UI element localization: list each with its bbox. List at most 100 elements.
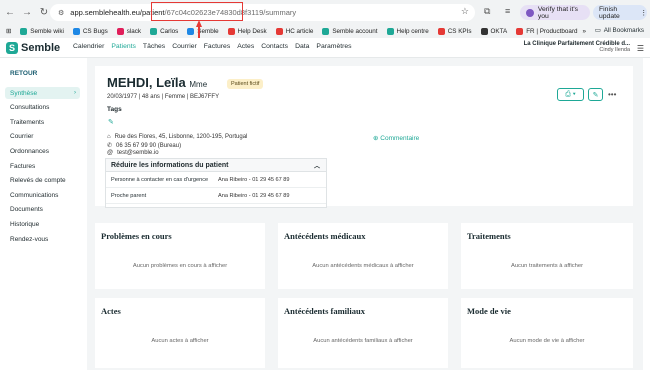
- bookmark-favicon-icon: [480, 27, 488, 35]
- hamburger-menu-icon[interactable]: ☰: [637, 44, 644, 53]
- sidebar-item[interactable]: Documents: [5, 204, 80, 216]
- verify-label: Verify that it's you: [537, 5, 579, 20]
- address-bar[interactable]: ⚙ app.semblehealth.eu/patient/67c04c0262…: [50, 4, 475, 21]
- bookmark-item[interactable]: Carlos: [150, 27, 178, 35]
- sidebar-item-label: Consultations: [10, 104, 50, 112]
- print-button[interactable]: ⎙ ▾: [557, 88, 584, 101]
- bookmark-item[interactable]: HC article: [275, 27, 313, 35]
- bookmark-label: Semble account: [332, 27, 378, 35]
- bookmark-favicon-icon: [437, 27, 445, 35]
- bookmark-label: CS KPIs: [447, 27, 472, 35]
- tile-empty-message: Aucun antécédents médicaux à afficher: [312, 263, 414, 269]
- back-link[interactable]: RETOUR: [10, 70, 37, 77]
- sidebar-item-label: Historique: [10, 220, 40, 228]
- bookmark-item[interactable]: Semble wiki: [20, 27, 64, 35]
- tile-title: Antécédents familiaux: [284, 306, 365, 316]
- patient-badge: Patient fictif: [227, 79, 264, 89]
- sidebar-item[interactable]: Communications: [5, 189, 80, 201]
- patient-phone: 06 35 67 99 90 (Bureau): [116, 142, 182, 149]
- summary-tile: Antécédents médicaux Aucun antécédents mé…: [278, 223, 448, 289]
- bookmark-label: Help Desk: [237, 27, 267, 35]
- bookmark-favicon-icon: [516, 27, 524, 35]
- media-icon[interactable]: ≡: [505, 6, 510, 16]
- edit-patient-button[interactable]: ✎: [588, 88, 603, 101]
- extensions-icon[interactable]: ⧉: [484, 6, 490, 17]
- add-comment-link[interactable]: ⊕ Commentaire: [373, 134, 419, 142]
- sidebar-item[interactable]: Historique: [5, 218, 80, 230]
- bookmark-favicon-icon: [227, 27, 235, 35]
- sidebar-item-label: Courrier: [10, 133, 34, 141]
- logo-text: Semble: [21, 41, 61, 54]
- site-settings-icon[interactable]: ⚙: [58, 9, 64, 17]
- bookmark-item[interactable]: CS Bugs: [72, 27, 108, 35]
- app-header: S Semble Calendrier Patients Tâches Courrie…: [0, 38, 650, 58]
- reload-icon[interactable]: ↻: [37, 5, 51, 19]
- bookmark-item[interactable]: Help centre: [386, 27, 429, 35]
- nav-item-2[interactable]: Tâches: [143, 43, 165, 50]
- reduce-title: Réduire les informations du patient: [111, 161, 229, 169]
- bookmarks-bar: ⊞ Semble wiki CS Bugs slack Carlos Semble Hel…: [0, 24, 650, 38]
- summary-tile: Mode de vie Aucun mode de vie à afficher: [461, 298, 633, 368]
- patient-sidebar: RETOUR Synthèse › Consultations Traitements…: [0, 58, 87, 370]
- sidebar-item[interactable]: Traitements: [5, 116, 80, 128]
- tile-empty-message: Aucun actes à afficher: [151, 338, 209, 344]
- main-nav: Calendrier Patients Tâches Courrier Factures…: [73, 43, 359, 50]
- bookmark-item[interactable]: slack: [116, 27, 141, 35]
- nav-item-6[interactable]: Contacts: [261, 43, 288, 50]
- sidebar-item[interactable]: Ordonnances: [5, 145, 80, 157]
- bookmark-star-icon[interactable]: ☆: [461, 6, 469, 17]
- address-line: ⌂ Rue des Flores, 45, Lisbonne, 1200-195,…: [107, 134, 247, 140]
- nav-item-4[interactable]: Factures: [204, 43, 230, 50]
- bookmark-item[interactable]: Semble: [187, 27, 219, 35]
- verify-identity-button[interactable]: Verify that it's you: [520, 5, 590, 20]
- tile-title: Actes: [101, 306, 121, 316]
- sidebar-item[interactable]: Synthèse ›: [5, 87, 80, 99]
- clinic-switcher[interactable]: La Clinique Parfaitement Crédible d... C…: [524, 41, 630, 53]
- more-bookmarks-icon[interactable]: »: [583, 28, 587, 35]
- nav-item-0[interactable]: Calendrier: [73, 43, 104, 50]
- bookmark-label: CS Bugs: [82, 27, 108, 35]
- bookmark-label: Semble wiki: [30, 27, 64, 35]
- back-icon[interactable]: ←: [3, 5, 17, 19]
- sidebar-item-label: Traitements: [10, 118, 45, 126]
- finish-update-button[interactable]: Finish update ⋮: [593, 5, 647, 20]
- semble-logo-icon: S: [6, 41, 18, 54]
- sidebar-item[interactable]: Relevés de compte: [5, 175, 80, 187]
- plus-circle-icon: ⊕: [373, 135, 379, 142]
- sidebar-item[interactable]: Courrier: [5, 131, 80, 143]
- sidebar-item[interactable]: Consultations: [5, 102, 80, 114]
- clinic-user: Cindy Ilenda: [599, 47, 630, 53]
- tile-title: Mode de vie: [467, 306, 511, 316]
- at-icon: @: [107, 150, 114, 156]
- contact-label: Proche parent: [111, 192, 147, 199]
- nav-item-3[interactable]: Courrier: [172, 43, 197, 50]
- bookmark-item[interactable]: CS KPIs: [437, 27, 472, 35]
- summary-tile: Problèmes en cours Aucun problèmes en cou…: [95, 223, 265, 289]
- tile-title: Traitements: [467, 231, 511, 241]
- summary-tile: Actes Aucun actes à afficher: [95, 298, 265, 368]
- semble-logo[interactable]: S Semble: [6, 41, 61, 54]
- bookmark-item[interactable]: Help Desk: [227, 27, 267, 35]
- bookmark-item[interactable]: Semble account: [322, 27, 378, 35]
- bookmark-favicon-icon: [187, 27, 195, 35]
- reduce-info-toggle[interactable]: Réduire les informations du patient ︿: [106, 159, 326, 172]
- nav-item-1[interactable]: Patients: [111, 43, 136, 50]
- finish-label: Finish update: [599, 5, 620, 20]
- sidebar-item-label: Ordonnances: [10, 147, 50, 155]
- forward-icon[interactable]: →: [20, 5, 34, 19]
- edit-tags-icon[interactable]: ✎: [108, 118, 114, 126]
- sidebar-item[interactable]: Rendez-vous: [5, 233, 80, 245]
- bookmark-favicon-icon: [20, 27, 28, 35]
- patient-name: MEHDI, Leïla: [107, 75, 186, 90]
- bookmark-item[interactable]: OKTA: [480, 27, 507, 35]
- nav-item-8[interactable]: Paramètres: [316, 43, 351, 50]
- sidebar-item[interactable]: Factures: [5, 160, 80, 172]
- apps-grid-icon[interactable]: ⊞: [6, 28, 11, 35]
- bookmark-item[interactable]: FR | Productboard: [516, 27, 578, 35]
- nav-item-7[interactable]: Data: [295, 43, 309, 50]
- comment-label: Commentaire: [380, 135, 420, 142]
- nav-item-5[interactable]: Actes: [237, 43, 254, 50]
- more-options-icon[interactable]: •••: [608, 90, 616, 99]
- all-bookmarks[interactable]: ▭ All Bookmarks: [595, 27, 644, 34]
- email-line: @ test@semble.io: [107, 150, 159, 156]
